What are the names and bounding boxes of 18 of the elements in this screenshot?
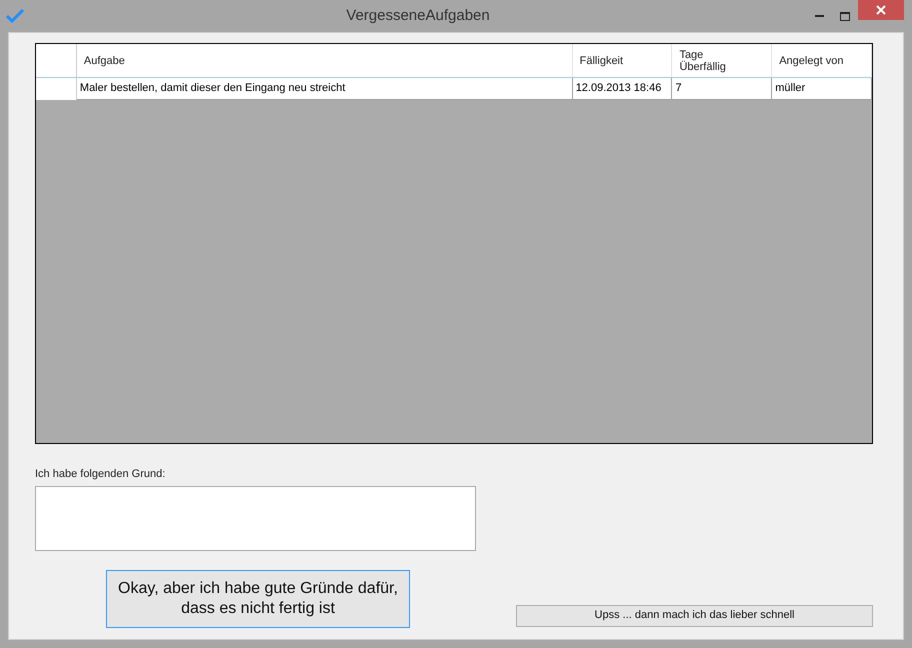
checkmark-icon — [6, 9, 24, 23]
column-header[interactable]: Tage Überfällig — [672, 44, 772, 77]
reasons-button[interactable]: Okay, aber ich habe gute Gründe dafür, dass es nicht fertig ist — [106, 570, 410, 628]
column-header[interactable]: Fälligkeit — [572, 44, 672, 77]
table-cell: Maler bestellen, damit dieser den Eingang neu streicht — [76, 78, 573, 100]
window-title: VergesseneAufgaben — [346, 6, 490, 26]
close-button[interactable] — [858, 0, 904, 20]
close-icon — [876, 5, 886, 15]
reason-field[interactable] — [35, 486, 476, 550]
reason-label: Ich habe folgenden Grund: — [35, 467, 166, 482]
minimize-icon — [814, 15, 824, 17]
table-cell: 12.09.2013 18:46 — [572, 78, 672, 100]
column-header[interactable]: Angelegt von — [772, 44, 872, 77]
do-it-now-button[interactable]: Upss ... dann mach ich das lieber schnell — [516, 604, 873, 626]
maximize-icon — [840, 12, 850, 20]
table-cell: müller — [772, 78, 872, 100]
column-header[interactable]: Aufgabe — [76, 44, 573, 77]
table-cell: 7 — [672, 78, 772, 100]
